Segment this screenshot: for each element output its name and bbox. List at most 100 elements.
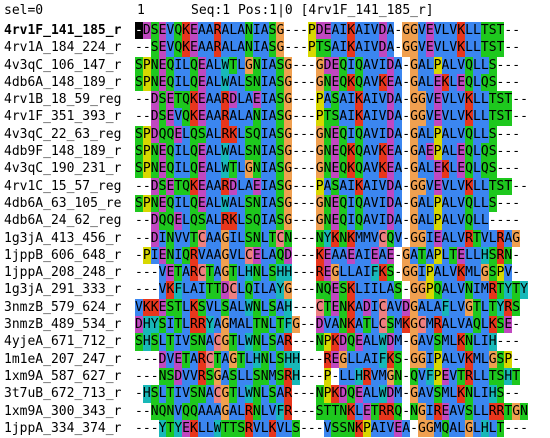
residue-cell[interactable]: V: [504, 264, 513, 282]
residue-cell[interactable]: A: [268, 73, 277, 92]
residue-cell[interactable]: -: [307, 177, 316, 195]
residue-cell[interactable]: T: [472, 298, 481, 317]
sequence-name[interactable]: 1xm9A_300_343_r: [0, 403, 132, 420]
residue-cell[interactable]: T: [457, 367, 466, 386]
residue-cell[interactable]: V: [182, 229, 191, 247]
residue-cell[interactable]: T: [496, 281, 505, 299]
residue-cell[interactable]: A: [339, 108, 348, 126]
residue-cell[interactable]: -: [488, 212, 497, 230]
residue-cell[interactable]: -: [142, 264, 151, 282]
residue-cell[interactable]: V: [386, 419, 395, 438]
residue-cell[interactable]: N: [339, 298, 348, 317]
residue-cell[interactable]: -: [142, 91, 151, 109]
residue-cell[interactable]: Q: [190, 73, 198, 92]
residue-cell[interactable]: K: [315, 246, 324, 265]
residue-cell[interactable]: V: [166, 350, 175, 368]
residue-cell[interactable]: L: [465, 39, 473, 57]
residue-cell[interactable]: G: [284, 143, 293, 161]
residue-cell[interactable]: G: [410, 39, 418, 57]
residue-cell[interactable]: L: [347, 367, 356, 386]
residue-cell[interactable]: -: [512, 91, 521, 109]
residue-cell[interactable]: A: [386, 39, 395, 57]
residue-cell[interactable]: V: [205, 298, 214, 317]
residue-cell[interactable]: -: [142, 419, 151, 438]
residue-cell[interactable]: A: [237, 39, 246, 57]
residue-cell[interactable]: V: [457, 316, 466, 334]
residue-cell[interactable]: -: [512, 350, 521, 368]
residue-cell[interactable]: Q: [276, 246, 285, 265]
residue-cell[interactable]: I: [370, 298, 379, 317]
residue-cell[interactable]: P: [307, 39, 316, 57]
residue-cell[interactable]: E: [174, 212, 183, 230]
residue-cell[interactable]: G: [410, 177, 418, 195]
residue-cell[interactable]: N: [465, 385, 473, 403]
residue-cell[interactable]: R: [245, 419, 253, 438]
residue-cell[interactable]: T: [488, 298, 497, 317]
residue-cell[interactable]: L: [237, 91, 246, 109]
residue-cell[interactable]: Y: [323, 229, 332, 247]
residue-cell[interactable]: -: [520, 91, 528, 109]
residue-cell[interactable]: G: [417, 229, 426, 247]
residue-cell[interactable]: E: [433, 229, 442, 247]
residue-cell[interactable]: S: [268, 385, 277, 403]
residue-cell[interactable]: L: [457, 419, 466, 438]
residue-cell[interactable]: E: [174, 125, 183, 144]
sequence-row[interactable]: DHYSITLRRYAGMALTNLTFG--DVANKATLCSMKGCMRA…: [135, 316, 528, 334]
residue-cell[interactable]: -: [402, 143, 411, 161]
residue-cell[interactable]: A: [268, 212, 277, 230]
residue-cell[interactable]: -: [292, 56, 301, 74]
residue-cell[interactable]: S: [331, 419, 340, 438]
residue-cell[interactable]: Q: [355, 143, 363, 161]
residue-cell[interactable]: A: [245, 177, 253, 195]
residue-cell[interactable]: G: [417, 419, 426, 438]
residue-cell[interactable]: T: [488, 367, 497, 386]
residue-cell[interactable]: S: [276, 350, 285, 368]
residue-cell[interactable]: -: [142, 367, 151, 386]
residue-cell[interactable]: A: [205, 56, 214, 74]
residue-cell[interactable]: F: [370, 264, 379, 282]
residue-cell[interactable]: S: [190, 333, 198, 351]
residue-cell[interactable]: S: [150, 39, 159, 57]
residue-cell[interactable]: I: [347, 194, 356, 213]
residue-cell[interactable]: T: [229, 333, 238, 351]
residue-cell[interactable]: -: [307, 73, 316, 92]
residue-cell[interactable]: Q: [394, 402, 403, 420]
residue-cell[interactable]: A: [441, 281, 450, 299]
residue-cell[interactable]: V: [378, 91, 387, 109]
residue-cell[interactable]: S: [245, 143, 253, 161]
residue-cell[interactable]: Q: [166, 73, 175, 92]
residue-cell[interactable]: -: [135, 246, 143, 265]
residue-cell[interactable]: E: [158, 160, 167, 178]
residue-cell[interactable]: L: [472, 246, 481, 265]
sequence-name[interactable]: 4rv1A_184_224_r: [0, 39, 132, 56]
residue-cell[interactable]: K: [347, 22, 356, 40]
residue-cell[interactable]: V: [378, 108, 387, 126]
residue-cell[interactable]: A: [276, 298, 285, 317]
residue-cell[interactable]: Q: [158, 125, 167, 144]
residue-cell[interactable]: K: [465, 91, 473, 109]
residue-cell[interactable]: A: [417, 56, 426, 74]
residue-cell[interactable]: G: [410, 264, 418, 282]
residue-cell[interactable]: -: [142, 108, 151, 126]
residue-cell[interactable]: G: [410, 143, 418, 161]
residue-cell[interactable]: G: [488, 350, 497, 368]
residue-cell[interactable]: I: [174, 333, 183, 351]
residue-cell[interactable]: E: [504, 316, 513, 334]
residue-cell[interactable]: L: [213, 194, 222, 213]
residue-cell[interactable]: A: [229, 108, 238, 126]
residue-cell[interactable]: N: [166, 246, 175, 265]
residue-cell[interactable]: G: [221, 402, 230, 420]
residue-cell[interactable]: I: [370, 281, 379, 299]
residue-cell[interactable]: Y: [504, 281, 513, 299]
residue-cell[interactable]: L: [425, 212, 434, 230]
residue-cell[interactable]: A: [355, 264, 363, 282]
residue-cell[interactable]: K: [355, 177, 363, 195]
residue-cell[interactable]: L: [472, 402, 481, 420]
residue-cell[interactable]: S: [488, 264, 497, 282]
residue-cell[interactable]: R: [465, 229, 473, 247]
residue-cell[interactable]: I: [174, 73, 183, 92]
residue-cell[interactable]: C: [276, 229, 285, 247]
residue-cell[interactable]: L: [449, 143, 458, 161]
residue-cell[interactable]: W: [378, 385, 387, 403]
residue-cell[interactable]: K: [166, 281, 175, 299]
